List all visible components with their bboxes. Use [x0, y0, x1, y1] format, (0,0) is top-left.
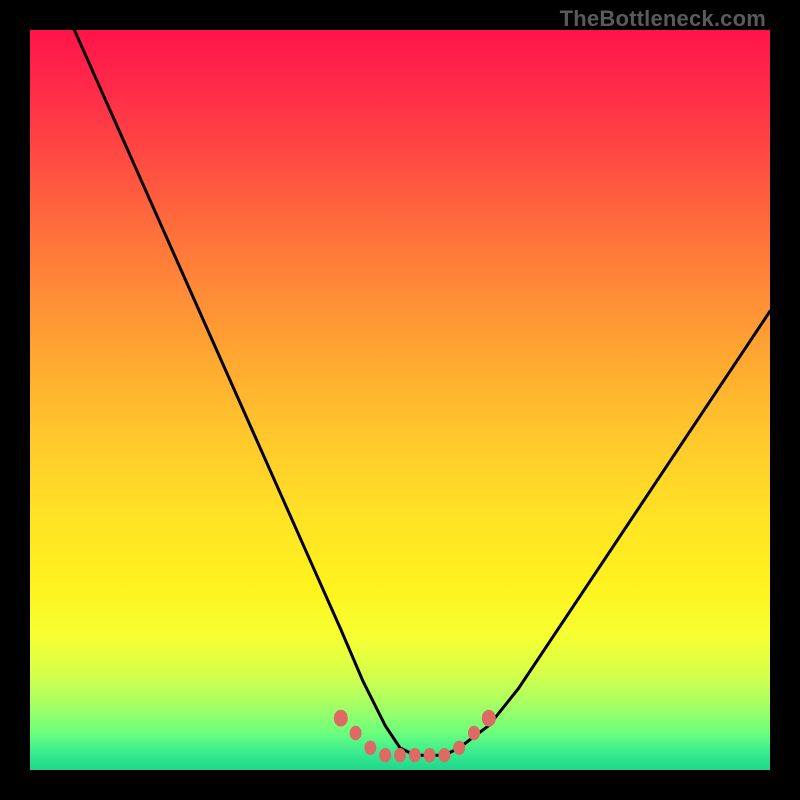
valley-marker	[468, 726, 480, 740]
valley-marker	[379, 748, 391, 762]
bottleneck-curve-line	[74, 30, 770, 755]
valley-marker	[334, 710, 348, 727]
valley-marker	[394, 748, 406, 762]
watermark-text: TheBottleneck.com	[560, 6, 766, 32]
valley-marker	[409, 748, 421, 762]
valley-marker	[364, 741, 376, 755]
chart-svg	[30, 30, 770, 770]
valley-marker	[482, 710, 496, 727]
valley-marker	[350, 726, 362, 740]
chart-frame: TheBottleneck.com	[0, 0, 800, 800]
valley-marker-group	[334, 710, 496, 763]
plot-area	[30, 30, 770, 770]
valley-marker	[453, 741, 465, 755]
valley-marker	[424, 748, 436, 762]
valley-marker	[438, 748, 450, 762]
